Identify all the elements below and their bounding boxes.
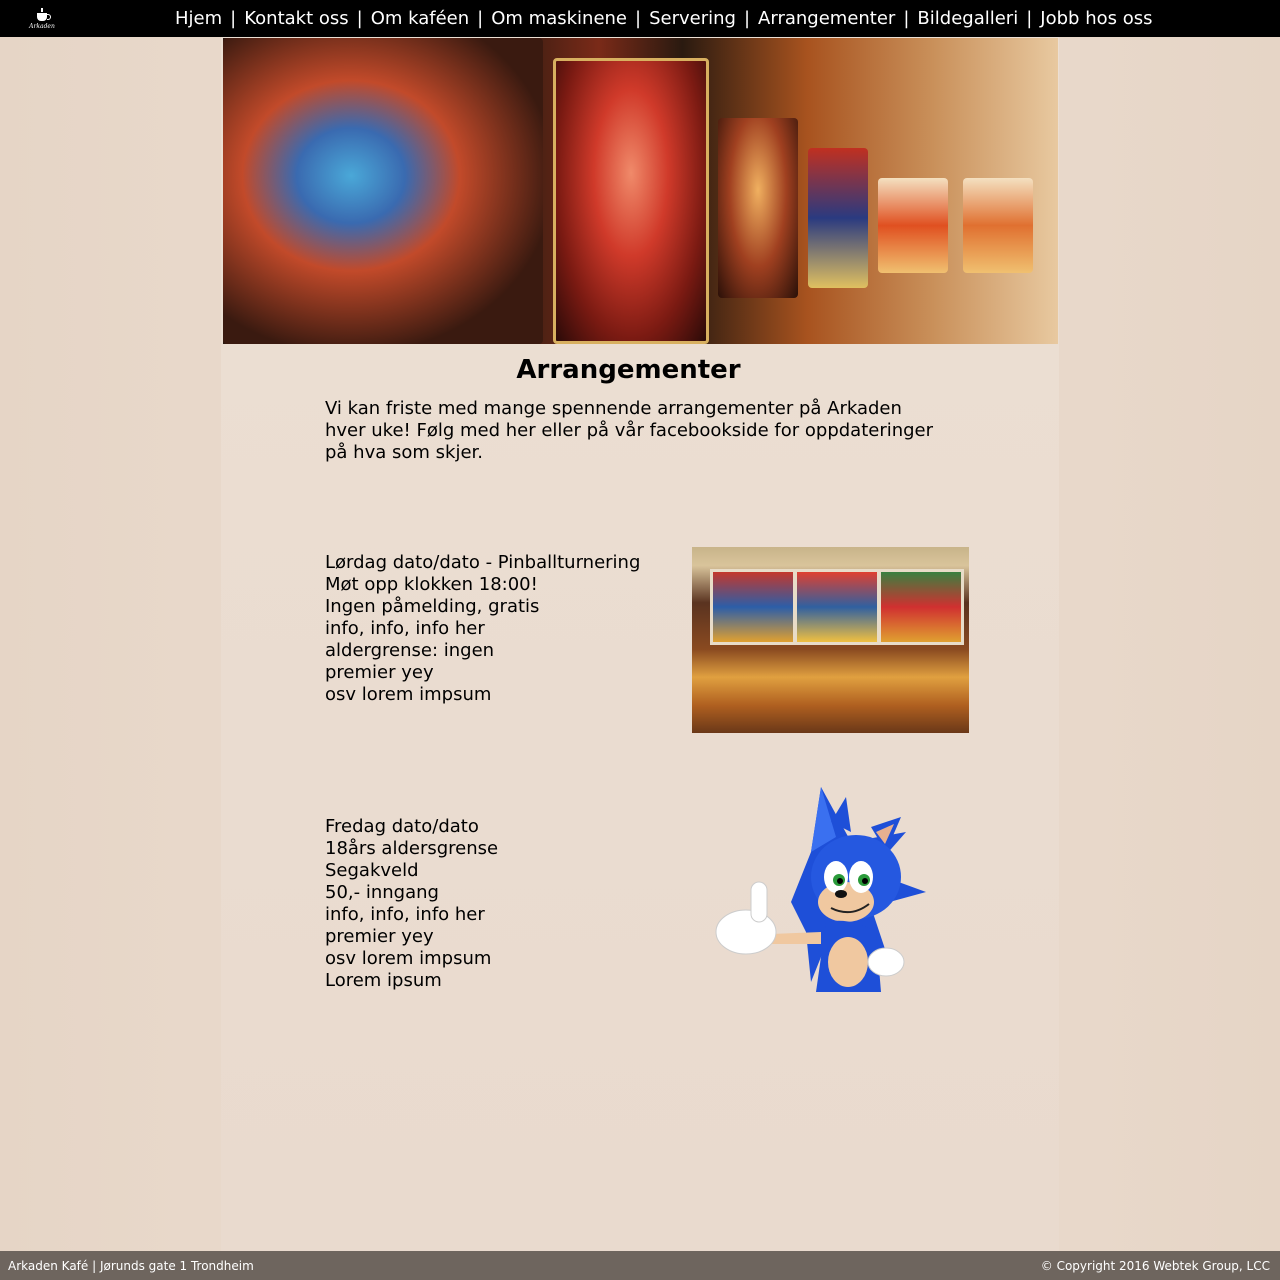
nav-separator: | <box>230 7 237 29</box>
nav-separator: | <box>477 7 484 29</box>
arkaden-logo[interactable]: Arkaden <box>28 5 56 33</box>
nav-link-bildegalleri[interactable]: Bildegalleri <box>917 8 1018 29</box>
nav-separator: | <box>1026 7 1033 29</box>
footer-address: Arkaden Kafé | Jørunds gate 1 Trondheim <box>8 1259 254 1273</box>
nav-link-kontakt-oss[interactable]: Kontakt oss <box>244 8 348 29</box>
footer-copyright: © Copyright 2016 Webtek Group, LCC <box>1040 1259 1270 1273</box>
event-line: Lørdag dato/dato - Pinballturnering <box>325 552 641 573</box>
pinball-backglass-five <box>878 178 948 273</box>
event-sega-night: Fredag dato/dato 18års aldersgrense Sega… <box>325 816 498 992</box>
event-line: 18års aldersgrense <box>325 838 499 859</box>
logo-text: Arkaden <box>29 22 55 30</box>
pinball-backglass-mermaid <box>223 38 543 344</box>
footer: Arkaden Kafé | Jørunds gate 1 Trondheim … <box>0 1251 1280 1280</box>
nav-link-hjem[interactable]: Hjem <box>175 8 222 29</box>
sonic-mascot-image <box>715 787 926 992</box>
event-line: aldergrense: ingen <box>325 640 495 661</box>
coffee-cup-icon <box>37 12 51 21</box>
event-line: premier yey <box>325 662 434 683</box>
event-line: Segakveld <box>325 860 419 881</box>
main-nav: Hjem | Kontakt oss | Om kaféen | Om mask… <box>175 5 1152 31</box>
event-line: osv lorem impsum <box>325 684 492 705</box>
event-line: premier yey <box>325 926 434 947</box>
event-line: Fredag dato/dato <box>325 816 479 837</box>
pinball-backglass-speed <box>808 148 868 288</box>
intro-text: Vi kan friste med mange spennende arrang… <box>325 398 934 463</box>
nav-link-servering[interactable]: Servering <box>649 8 736 29</box>
page-title: Arrangementer <box>516 355 741 385</box>
event-line: 50,- inngang <box>325 882 439 903</box>
nav-separator: | <box>356 7 363 29</box>
top-navigation-bar: Arkaden Hjem | Kontakt oss | Om kaféen |… <box>0 0 1280 37</box>
nav-link-om-kafeen[interactable]: Om kaféen <box>371 8 469 29</box>
nav-link-arrangementer[interactable]: Arrangementer <box>758 8 895 29</box>
main-content: Arrangementer Vi kan friste med mange sp… <box>221 37 1059 1251</box>
nav-separator: | <box>743 7 751 29</box>
coffee-steam-icon <box>41 8 43 12</box>
event-pinball-tournament: Lørdag dato/dato - Pinballturnering Møt … <box>325 552 640 706</box>
nav-link-jobb-hos-oss[interactable]: Jobb hos oss <box>1040 8 1152 29</box>
event-line: Møt opp klokken 18:00! <box>325 574 538 595</box>
pinball-backglass-flipper <box>963 178 1033 273</box>
hero-pinball-image <box>223 38 1058 344</box>
event-line: Ingen påmelding, gratis <box>325 596 540 617</box>
nav-separator: | <box>903 7 910 29</box>
event-line: osv lorem impsum <box>325 948 492 969</box>
nav-link-om-maskinene[interactable]: Om maskinene <box>491 8 627 29</box>
pinball-backglass-three <box>718 118 798 298</box>
event-line: info, info, info her <box>325 618 485 639</box>
event-line: Lorem ipsum <box>325 970 442 991</box>
pinball-backglass-eight-ball <box>553 58 709 344</box>
pinball-machine <box>878 569 964 645</box>
pinball-machines-photo <box>692 547 969 733</box>
pinball-machine <box>710 569 796 645</box>
pinball-machine <box>794 569 880 645</box>
nav-separator: | <box>635 7 642 29</box>
event-line: info, info, info her <box>325 904 485 925</box>
